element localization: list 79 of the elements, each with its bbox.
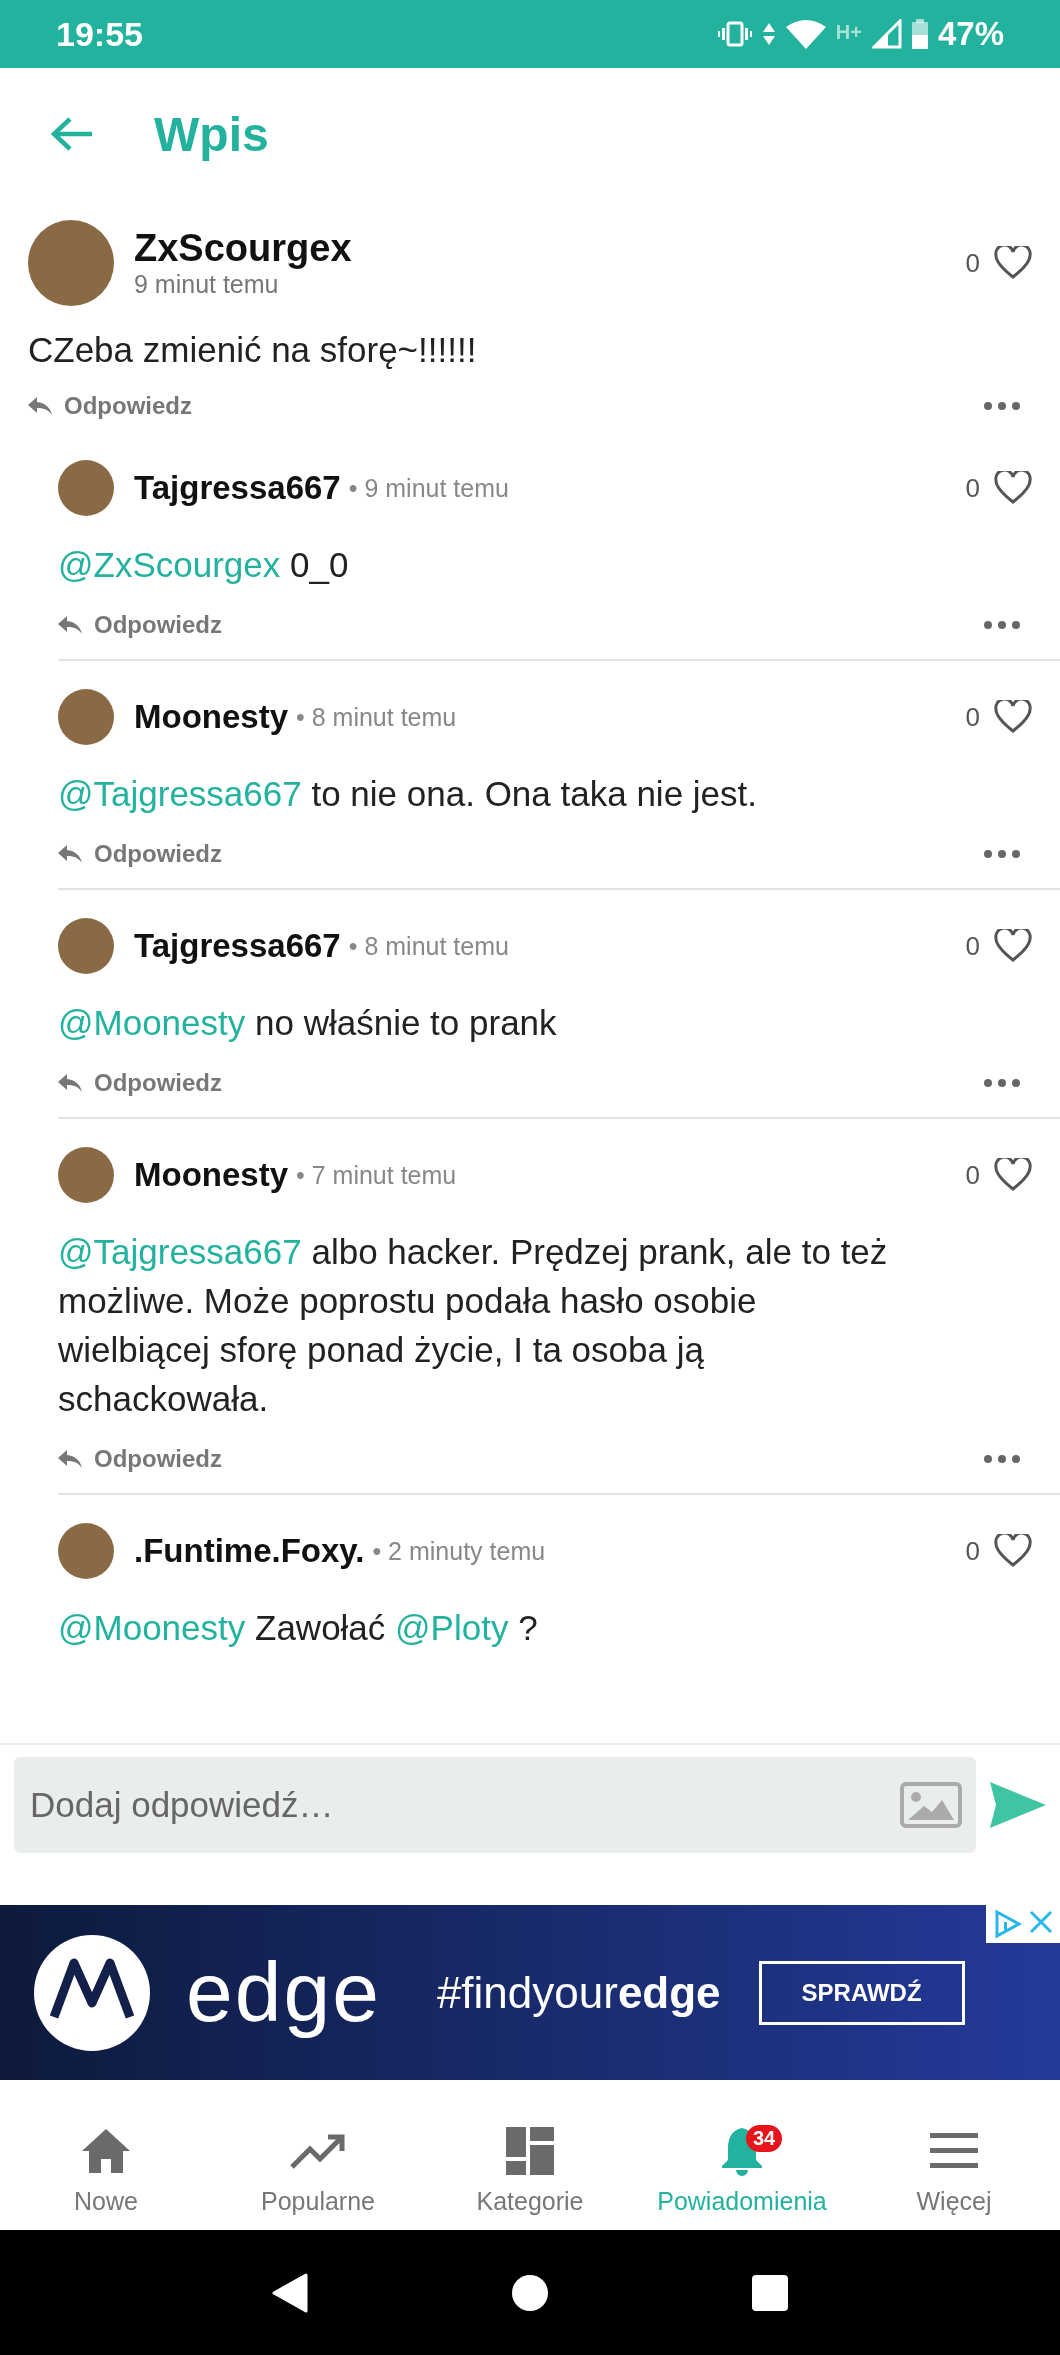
comment-time: • 8 minut temu: [348, 931, 510, 961]
reply-arrow-icon: [58, 845, 82, 863]
ad-slogan: #findyouredge: [436, 1967, 721, 2018]
nav-tab[interactable]: Nowe: [0, 2110, 212, 2230]
reply-arrow-icon: [58, 616, 82, 634]
logo-icon: [32, 1932, 152, 2053]
more-options-icon[interactable]: [984, 621, 1020, 629]
avatar-photo[interactable]: [58, 689, 114, 745]
heart-icon[interactable]: [994, 1158, 1032, 1192]
home-icon: [80, 2126, 132, 2175]
reply-button[interactable]: Odpowiedz: [28, 386, 192, 426]
battery-icon: [911, 19, 928, 49]
comment-time: • 8 minut temu: [296, 702, 458, 732]
author-name[interactable]: Moonesty: [134, 1156, 288, 1194]
author-name[interactable]: Tajgressa667: [134, 469, 341, 507]
status-time: 19:55: [56, 14, 143, 54]
reply-arrow-icon: [58, 1074, 82, 1092]
heart-icon[interactable]: [994, 471, 1032, 505]
like-count: 0: [965, 1535, 980, 1567]
heart-icon[interactable]: [994, 929, 1032, 963]
nav-tab[interactable]: Kategorie: [424, 2110, 636, 2230]
vibrate-icon: [717, 20, 752, 48]
home-button-icon[interactable]: [510, 2272, 550, 2313]
recents-icon[interactable]: [750, 2272, 790, 2313]
post-time: 9 minut temu: [134, 270, 280, 299]
heart-icon[interactable]: [994, 1534, 1032, 1568]
data-arrows-icon: [761, 21, 776, 47]
reply-button[interactable]: Odpowiedz: [58, 605, 222, 645]
reply-button[interactable]: Odpowiedz: [58, 834, 222, 874]
page-title: Wpis: [154, 106, 269, 162]
text-input[interactable]: Dodaj odpowiedź…: [28, 1784, 900, 1826]
ad-brand: edge: [186, 1944, 381, 2041]
author-name[interactable]: ZxScourgex: [134, 227, 966, 270]
avatar-photo[interactable]: [58, 1523, 114, 1579]
back-icon[interactable]: [270, 2272, 310, 2313]
nav-tab[interactable]: Więcej: [848, 2110, 1060, 2230]
ad-banner[interactable]: edge #findyouredge SPRAWDŹ: [0, 1905, 1060, 2080]
nav-tab[interactable]: 34 Powiadomienia: [636, 2110, 848, 2230]
comment-text: @Moonesty no właśnie to prank: [58, 1002, 558, 1044]
more-options-icon[interactable]: [984, 402, 1020, 410]
menu-icon: [930, 2132, 978, 2169]
reply-button[interactable]: Odpowiedz: [58, 1439, 222, 1479]
author-name[interactable]: Tajgressa667: [134, 927, 341, 965]
reply-arrow-icon: [28, 397, 52, 415]
comment-text: @ZxScourgex 0_0: [58, 544, 350, 586]
heart-icon[interactable]: [994, 246, 1032, 280]
reply-button[interactable]: Odpowiedz: [58, 1063, 222, 1103]
heart-icon[interactable]: [994, 700, 1032, 734]
post-text: CZeba zmienić na sforę~!!!!!!: [28, 330, 478, 370]
notification-badge: 34: [746, 2124, 783, 2152]
like-count: 0: [965, 930, 980, 962]
more-options-icon[interactable]: [984, 1455, 1020, 1463]
grid-icon: [506, 2126, 554, 2175]
network-type: H+: [835, 21, 862, 44]
like-count: 0: [965, 247, 980, 279]
author-name[interactable]: Moonesty: [134, 698, 288, 736]
battery-percent: 47%: [937, 15, 1004, 53]
reply-input-field[interactable]: Dodaj odpowiedź…: [14, 1757, 976, 1853]
wifi-icon: [785, 19, 826, 49]
comment-text: @Tajgressa667 albo hacker. Prędzej prank, ale to też możliwe. Może poprostu podała hasło osobie wielbiącej sforę ponad życie, I ta osoba ją schackowała.: [58, 1231, 889, 1420]
like-count: 0: [965, 701, 980, 733]
like-count: 0: [965, 472, 980, 504]
reply-arrow-icon: [58, 1450, 82, 1468]
comment-text: @Tajgressa667 to nie ona. Ona taka nie jest.: [58, 773, 758, 815]
nav-tab[interactable]: Popularne: [212, 2110, 424, 2230]
signal-icon: [871, 19, 902, 49]
comment-time: • 9 minut temu: [348, 473, 510, 503]
avatar-photo[interactable]: [58, 918, 114, 974]
avatar-photo[interactable]: [58, 1147, 114, 1203]
comment-time: • 2 minuty temu: [372, 1536, 547, 1566]
like-count: 0: [965, 1159, 980, 1191]
avatar-photo[interactable]: [58, 460, 114, 516]
ad-button[interactable]: SPRAWDŹ: [758, 1960, 965, 2025]
comment-time: • 7 minut temu: [296, 1160, 458, 1190]
comment-text: @Moonesty Zawołać @Ploty ?: [58, 1607, 539, 1649]
more-options-icon[interactable]: [984, 1079, 1020, 1087]
back-arrow-icon[interactable]: [50, 116, 94, 152]
author-name[interactable]: .Funtime.Foxy.: [134, 1532, 365, 1570]
more-options-icon[interactable]: [984, 850, 1020, 858]
